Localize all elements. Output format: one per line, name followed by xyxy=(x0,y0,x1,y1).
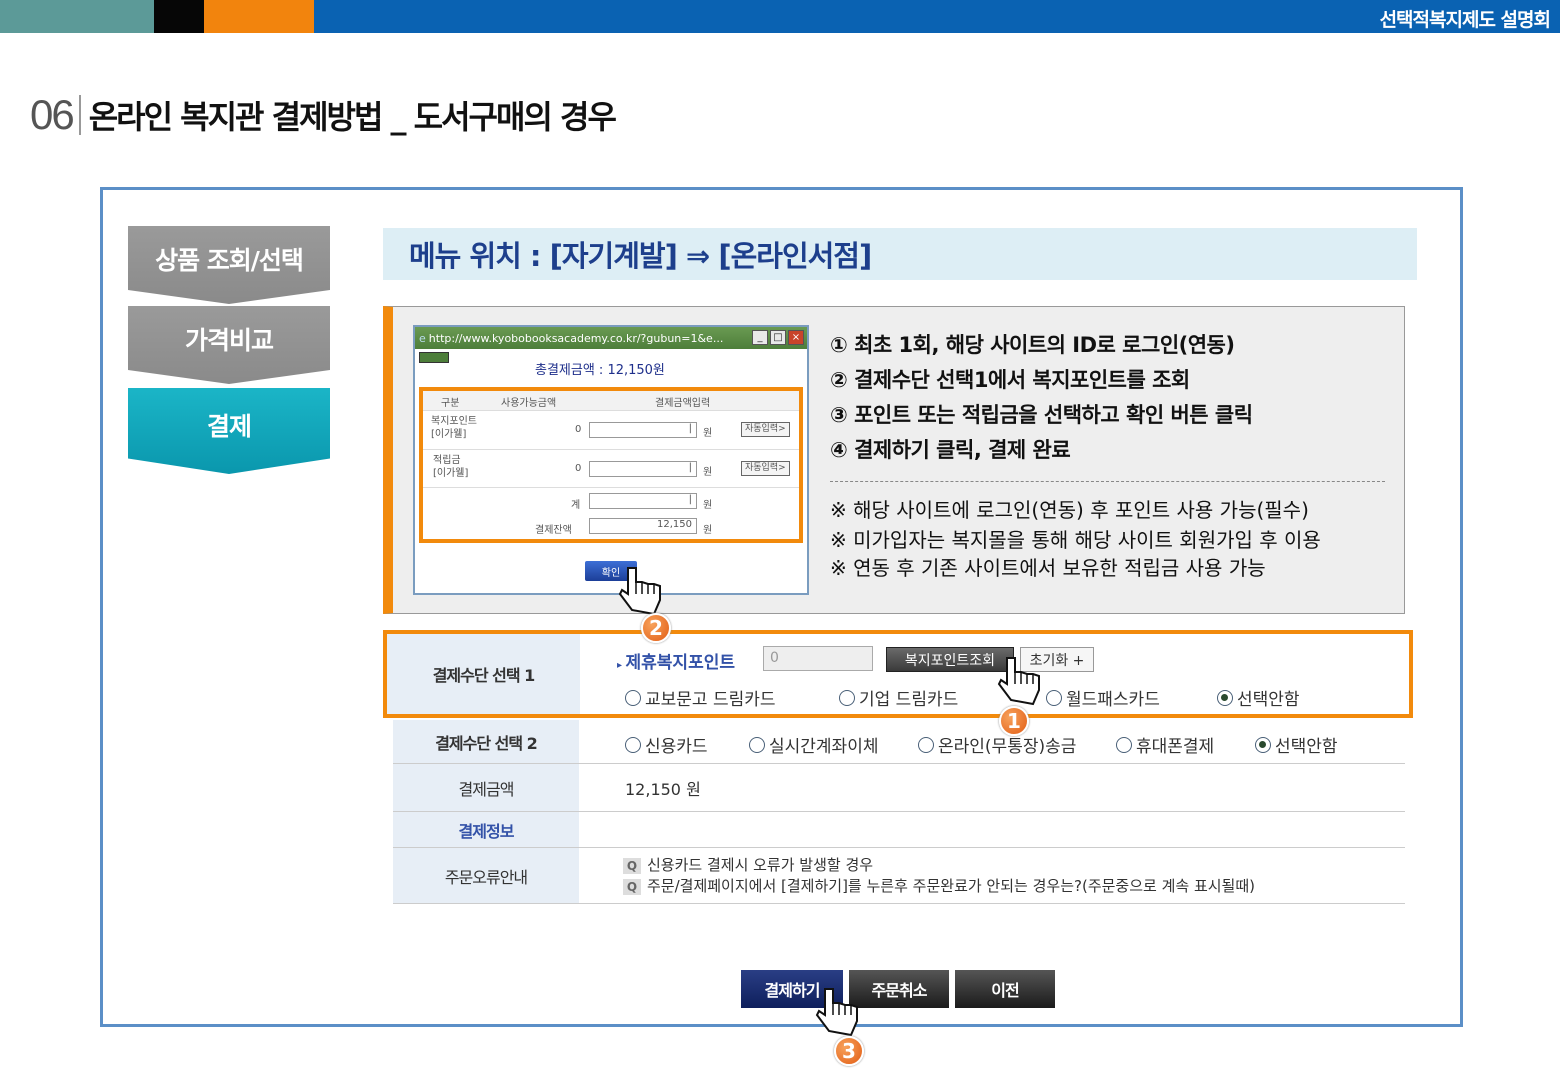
payment-method-2-label: 결제수단 선택 2 xyxy=(393,720,579,763)
maximize-icon[interactable]: □ xyxy=(770,330,786,345)
step-payment: 결제 xyxy=(128,388,330,474)
unit-won: 원 xyxy=(703,428,713,439)
step-product-select: 상품 조회/선택 xyxy=(128,226,330,304)
popup-url: http://www.kyobobooksacademy.co.kr/?gubu… xyxy=(428,331,724,345)
step-price-compare: 가격비교 xyxy=(128,306,330,384)
payment-popup-window: e http://www.kyobobooksacademy.co.kr/?gu… xyxy=(413,325,809,595)
close-icon[interactable]: × xyxy=(788,330,804,345)
topbar-orange-segment xyxy=(204,0,314,33)
minimize-icon[interactable]: _ xyxy=(752,330,768,345)
note-item: ※ 해당 사이트에 로그인(연동) 후 포인트 사용 가능(필수) xyxy=(830,498,1309,522)
step-badge-3: 3 xyxy=(834,1036,864,1066)
balance-label: 결제잔액 xyxy=(535,525,572,536)
radio-selected-icon xyxy=(1255,736,1271,753)
radio-icon xyxy=(1116,736,1132,753)
col-header-type: 구분 xyxy=(441,398,460,409)
radio-none-2[interactable]: 선택안함 xyxy=(1255,732,1338,757)
radio-icon xyxy=(918,736,934,753)
radio-icon xyxy=(749,736,765,753)
window-controls: _ □ × xyxy=(752,330,804,345)
radio-bank-deposit[interactable]: 온라인(무통장)송금 xyxy=(918,732,1076,757)
dashed-divider xyxy=(830,481,1385,482)
sum-field: | xyxy=(589,493,697,509)
radio-icon xyxy=(839,689,855,706)
topbar-teal-segment xyxy=(0,0,154,33)
step-badge-2: 2 xyxy=(641,613,671,643)
pointer-hand-icon xyxy=(997,657,1040,706)
table-row: 적립금 [이가웰] 0 | 원 자동입력> xyxy=(423,450,799,488)
table-row: 결제잔액 12,150 원 xyxy=(423,516,799,540)
unit-won: 원 xyxy=(703,500,713,511)
radio-world-pass-card[interactable]: 월드패스카드 xyxy=(1046,685,1160,710)
amount-label: 결제금액 xyxy=(393,764,579,811)
menu-location: 메뉴 위치 : [자기계발] ⇒ [온라인서점] xyxy=(383,228,1417,280)
popup-total-amount: 총결제금액 : 12,150원 xyxy=(535,363,665,378)
welfare-points-lookup-button[interactable]: 복지포인트조회 xyxy=(886,647,1014,672)
row-name-welfare-points: 복지포인트 [이가웰] xyxy=(431,416,477,440)
popup-payment-table: 구분 사용가능금액 결제금액입력 복지포인트 [이가웰] 0 | 원 자동입력>… xyxy=(419,387,803,543)
page-heading: 06 온라인 복지관 결제방법 _ 도서구매의 경우 xyxy=(30,90,617,140)
presentation-title: 선택적복지제도 설명회 xyxy=(1379,9,1551,31)
radio-none-1[interactable]: 선택안함 xyxy=(1217,685,1300,710)
pointer-hand-icon xyxy=(618,567,661,616)
note-item: ※ 미가입자는 복지몰을 통해 해당 사이트 회원가입 후 이용 xyxy=(830,528,1321,552)
notes-list: ※ 해당 사이트에 로그인(연동) 후 포인트 사용 가능(필수) ※ 미가입자… xyxy=(830,495,1321,582)
row-available-reserve: 0 xyxy=(575,463,582,474)
row-available-welfare-points: 0 xyxy=(575,424,582,435)
popup-titlebar: e http://www.kyobobooksacademy.co.kr/?gu… xyxy=(415,327,807,349)
payment-info-label: 결제정보 xyxy=(393,812,579,847)
instruction-item: ② 결제수단 선택1에서 복지포인트를 조회 xyxy=(830,368,1190,392)
heading-divider xyxy=(78,95,81,135)
step-badge-1: 1 xyxy=(999,706,1029,736)
bullet-icon: ▸ xyxy=(617,660,626,671)
radio-credit-card[interactable]: 신용카드 xyxy=(625,732,708,757)
unit-won: 원 xyxy=(703,467,713,478)
radio-icon xyxy=(625,736,641,753)
radio-realtime-transfer[interactable]: 실시간계좌이체 xyxy=(749,732,878,757)
col-header-available: 사용가능금액 xyxy=(501,398,557,409)
pointer-hand-icon xyxy=(815,988,858,1037)
radio-icon xyxy=(625,689,641,706)
instruction-item: ④ 결제하기 클릭, 결제 완료 xyxy=(830,438,1071,462)
balance-field: 12,150 xyxy=(589,518,697,534)
radio-mobile-payment[interactable]: 휴대폰결제 xyxy=(1116,732,1214,757)
order-error-label: 주문오류안내 xyxy=(393,848,579,903)
content-frame: 상품 조회/선택 가격비교 결제 메뉴 위치 : [자기계발] ⇒ [온라인서점… xyxy=(100,187,1463,1066)
ie-icon: e xyxy=(419,331,426,345)
table-header-row: 구분 사용가능금액 결제금액입력 xyxy=(423,391,799,411)
page-title: 온라인 복지관 결제방법 _ 도서구매의 경우 xyxy=(88,98,617,136)
reserve-input[interactable]: | xyxy=(589,461,697,477)
row-divider xyxy=(393,903,1405,904)
section-number: 06 xyxy=(30,91,75,138)
instruction-item: ① 최초 1회, 해당 사이트의 ID로 로그인(연동) xyxy=(830,333,1235,357)
table-row: 계 | 원 xyxy=(423,488,799,516)
auto-input-button[interactable]: 자동입력> xyxy=(741,422,790,437)
note-item: ※ 연동 후 기존 사이트에서 보유한 적립금 사용 가능 xyxy=(830,556,1266,580)
radio-kyobo-dream-card[interactable]: 교보문고 드림카드 xyxy=(625,685,776,710)
col-header-input: 결제금액입력 xyxy=(655,398,711,409)
top-bar: 선택적복지제도 설명회 xyxy=(0,0,1560,33)
amount-value: 12,150 원 xyxy=(625,780,701,799)
auto-input-button[interactable]: 자동입력> xyxy=(741,461,790,476)
nav-back-icon[interactable] xyxy=(419,352,449,363)
instruction-list: ① 최초 1회, 해당 사이트의 ID로 로그인(연동) ② 결제수단 선택1에… xyxy=(830,328,1253,468)
topbar-black-segment xyxy=(154,0,204,33)
radio-selected-icon xyxy=(1217,689,1233,706)
welfare-points-input[interactable]: | xyxy=(589,422,697,438)
previous-button[interactable]: 이전 xyxy=(955,970,1055,1008)
faq-item[interactable]: Q 신용카드 결제시 오류가 발생할 경우 xyxy=(623,854,873,875)
partner-points-label: ▸ 제휴복지포인트 xyxy=(617,653,735,673)
partner-points-field[interactable]: 0 xyxy=(763,646,873,671)
sum-label: 계 xyxy=(571,500,581,511)
unit-won: 원 xyxy=(703,525,713,536)
question-icon: Q xyxy=(623,879,641,895)
faq-item[interactable]: Q 주문/결제페이지에서 [결제하기]를 누른후 주문완료가 안되는 경우는?(주… xyxy=(623,875,1255,896)
radio-ibk-dream-card[interactable]: 기업 드림카드 xyxy=(839,685,958,710)
instruction-item: ③ 포인트 또는 적립금을 선택하고 확인 버튼 클릭 xyxy=(830,403,1253,427)
payment-method-1-label: 결제수단 선택 1 xyxy=(387,634,580,714)
question-icon: Q xyxy=(623,858,641,874)
table-row: 복지포인트 [이가웰] 0 | 원 자동입력> xyxy=(423,411,799,450)
row-name-reserve: 적립금 [이가웰] xyxy=(433,455,469,479)
